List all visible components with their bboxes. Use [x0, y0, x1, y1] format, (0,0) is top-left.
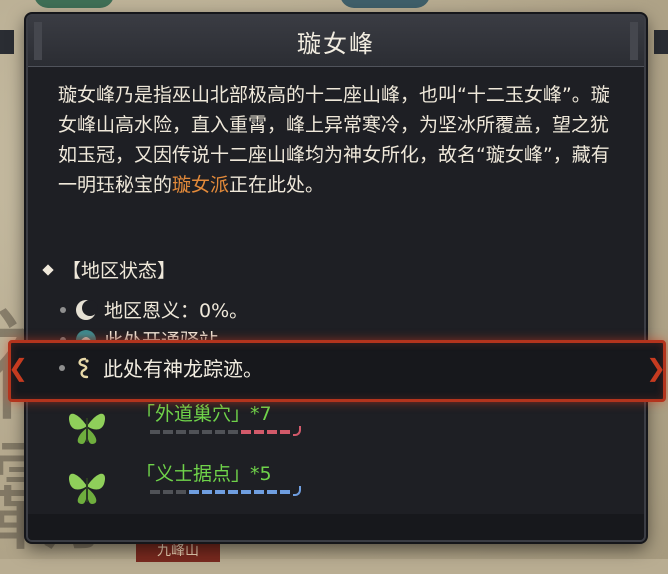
- title-ornament: [34, 22, 42, 60]
- title-ornament: [630, 22, 638, 60]
- faction-label: 「外道巢穴」: [136, 403, 251, 425]
- bullet-icon: [59, 364, 65, 371]
- panel-footer: [28, 514, 644, 540]
- faction-count: *7: [250, 403, 272, 425]
- region-status-heading: 【地区状态】: [42, 256, 177, 283]
- map-marker[interactable]: [340, 0, 430, 8]
- map-marker[interactable]: [34, 0, 114, 8]
- dragon-icon: [78, 357, 89, 378]
- status-row: 地区恩义：0%。: [60, 296, 248, 323]
- faction-name: 「外道巢穴」*7: [136, 402, 301, 426]
- band-ornament-left-icon: ❮: [7, 354, 29, 382]
- description-text-end: 正在此处。: [229, 174, 325, 196]
- status-text: 此处有神龙踪迹。: [103, 357, 263, 381]
- moon-icon: [76, 299, 98, 320]
- green-butterfly-icon: [68, 413, 106, 444]
- map-edge-tab[interactable]: [0, 30, 14, 54]
- description-text: 璇女峰乃是指巫山北部极高的十二座山峰，也叫“十二玉女峰”。璇女峰山高水险，直入重…: [58, 84, 610, 196]
- faction-progress-bar: [150, 426, 301, 436]
- faction-entry[interactable]: 「义士据点」*5: [64, 462, 301, 508]
- faction-entry[interactable]: 「外道巢穴」*7: [64, 402, 301, 448]
- section-heading-text: 【地区状态】: [62, 260, 177, 282]
- faction-name: 「义士据点」*5: [136, 462, 301, 486]
- status-row: 此处有神龙踪迹。: [59, 353, 263, 382]
- highlighted-status-row[interactable]: ❮ ❯ 此处有神龙踪迹。: [8, 340, 666, 402]
- map-edge-tab[interactable]: [654, 30, 668, 54]
- band-ornament-right-icon: ❯: [645, 354, 667, 382]
- region-title: 璇女峰: [297, 29, 375, 58]
- region-info-panel: 璇女峰 璇女峰乃是指巫山北部极高的十二座山峰，也叫“十二玉女峰”。璇女峰山高水险…: [26, 14, 646, 542]
- faction-label: 「义士据点」: [136, 463, 251, 485]
- faction-progress-bar: [150, 486, 301, 496]
- green-butterfly-icon: [68, 473, 106, 504]
- faction-count: *5: [250, 463, 272, 485]
- faction-link[interactable]: 璇女派: [172, 174, 229, 196]
- diamond-icon: [42, 263, 54, 276]
- region-description: 璇女峰乃是指巫山北部极高的十二座山峰，也叫“十二玉女峰”。璇女峰山高水险，直入重…: [58, 80, 618, 200]
- title-bar: 璇女峰: [28, 16, 644, 67]
- bullet-icon: [60, 306, 66, 313]
- status-text: 地区恩义：0%。: [104, 300, 249, 322]
